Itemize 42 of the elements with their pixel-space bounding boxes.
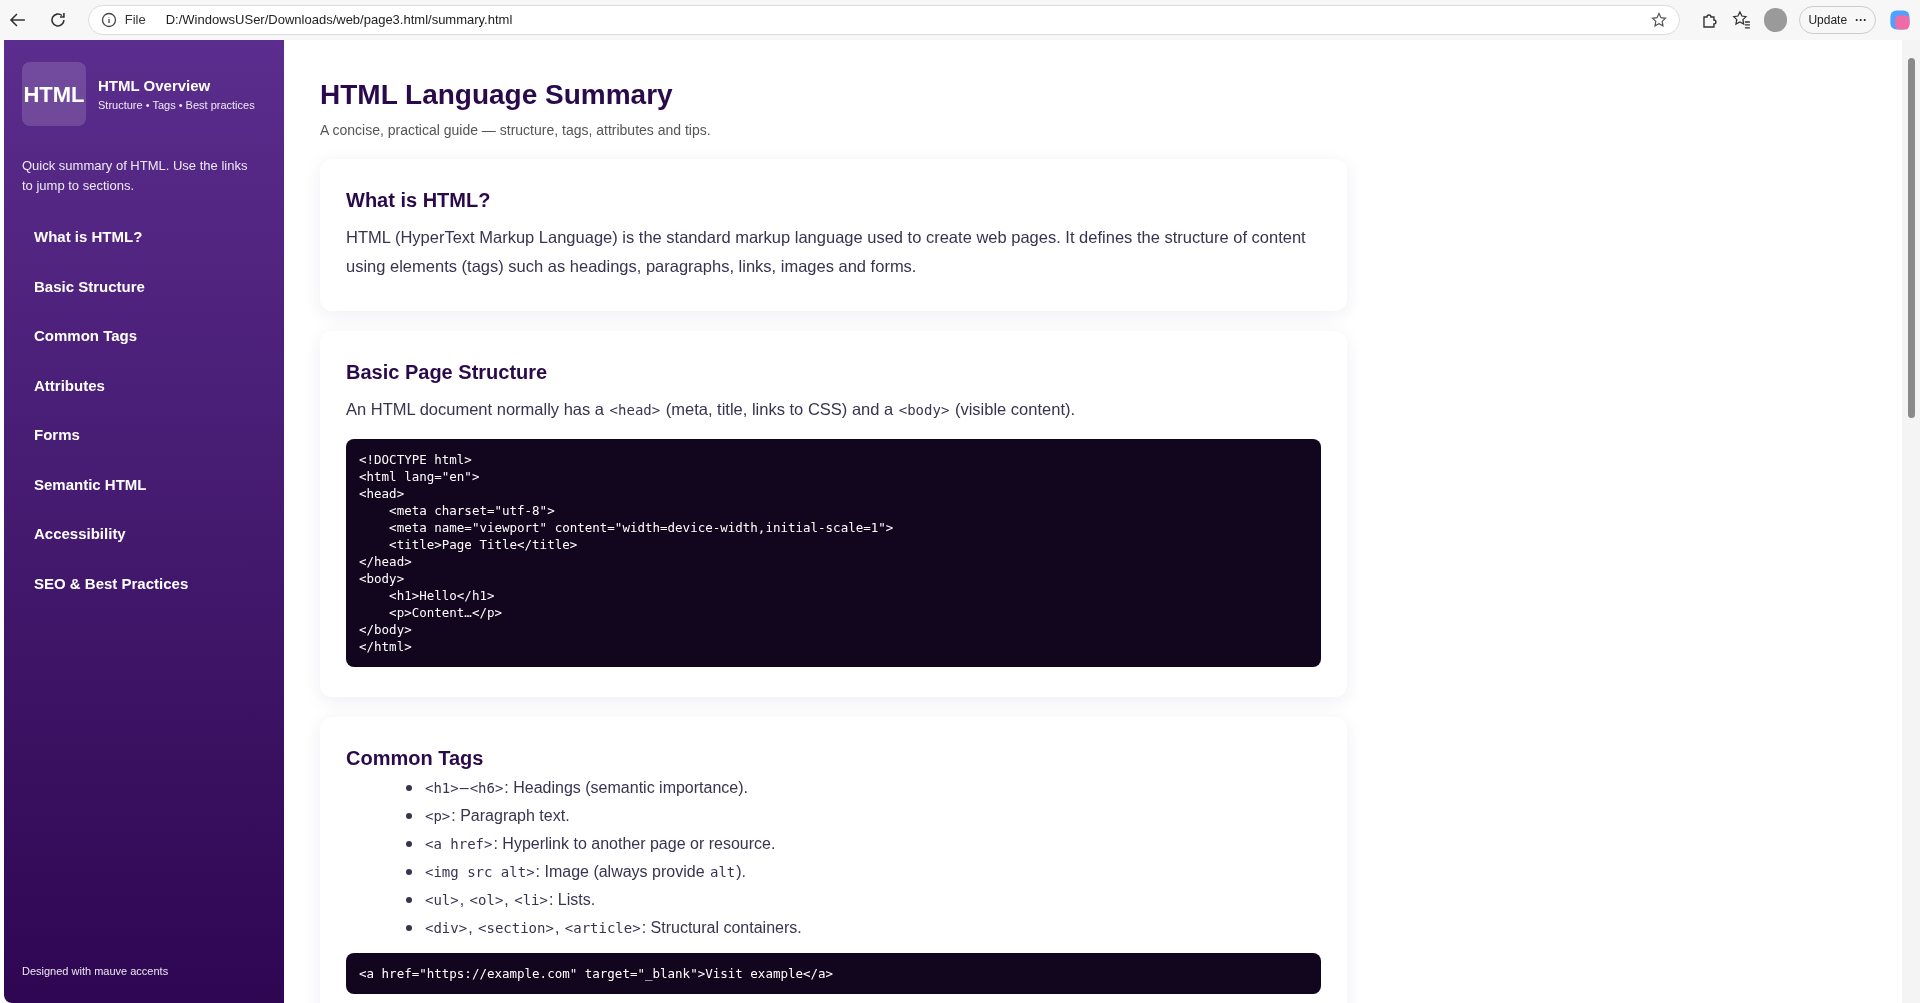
scrollbar[interactable] (1902, 40, 1920, 1003)
list-item-text: <div>, <section>, <article>: Structural containers. (424, 918, 802, 938)
logo: HTML (22, 62, 86, 126)
star-icon[interactable] (1650, 12, 1667, 28)
nav-link[interactable]: What is HTML? (34, 226, 266, 249)
bullet-icon (406, 841, 412, 847)
avatar-icon[interactable] (1763, 8, 1788, 32)
section-paragraph: HTML (HyperText Markup Language) is the standard markup language used to create web pages. It defines the structure of content using elements (tags) such as headings, paragraphs, links, images and forms. (346, 227, 1307, 277)
info-icon (100, 12, 117, 28)
bullet-icon (406, 897, 412, 903)
url-text: D:/WindowsUSer/Downloads/web/page3.html/summary.html (165, 11, 514, 30)
sidebar-footer: Designed with mauve accents (22, 962, 266, 979)
section-heading: What is HTML? (346, 188, 492, 213)
code-block: <a href="https://example.com" target="_blank">Visit example</a> (346, 953, 1321, 994)
favorites-icon[interactable] (1731, 10, 1752, 30)
sidebar-subtitle: Structure • Tags • Best practices (98, 98, 255, 113)
sidebar-description: Quick summary of HTML. Use the links to jump to sections. (22, 157, 249, 195)
section-heading: Common Tags (346, 746, 485, 771)
bullet-icon (406, 869, 412, 875)
sidebar-title: HTML Overview (98, 75, 212, 96)
list-item-text: <img src alt>: Image (always provide alt). (424, 862, 747, 882)
nav-link[interactable]: Basic Structure (34, 275, 266, 298)
code-block: <!DOCTYPE html> <html lang="en"> <head> <meta charset="utf-8"> <meta name="viewport" content="width=device-width,initial-scale=1"> <title>Page Title</title> </head> <body> <h1>Hello</h1> <p>Content…</p> </body> </html> (346, 439, 1321, 667)
nav-link[interactable]: Attributes (34, 374, 266, 397)
bullet-icon (406, 785, 412, 791)
nav-link[interactable]: Semantic HTML (34, 473, 266, 496)
section-paragraph: An HTML document normally has a <head> (meta, title, links to CSS) and a <body> (visible content). (346, 399, 1077, 420)
list-item-text: <h1>–<h6>: Headings (semantic importance). (424, 778, 748, 798)
list-item-text: <a href>: Hyperlink to another page or resource. (424, 834, 776, 854)
nav-link[interactable]: Common Tags (34, 325, 266, 348)
bullet-icon (406, 925, 412, 931)
list-item-text: <p>: Paragraph text. (424, 806, 570, 826)
page-subtitle: A concise, practical guide — structure, tags, attributes and tips. (320, 121, 712, 140)
address-bar[interactable]: File D:/WindowsUSer/Downloads/web/page3.html/summary.html (87, 5, 1680, 35)
file-label: File (124, 11, 146, 30)
page-title: HTML Language Summary (320, 78, 674, 112)
bullet-icon (406, 813, 412, 819)
nav-link[interactable]: SEO & Best Practices (34, 572, 266, 595)
section-heading: Basic Page Structure (346, 360, 549, 385)
nav-link[interactable]: Forms (34, 424, 266, 447)
list-item-text: <ul>, <ol>, <li>: Lists. (424, 890, 596, 910)
nav-link[interactable]: Accessibility (34, 523, 266, 546)
